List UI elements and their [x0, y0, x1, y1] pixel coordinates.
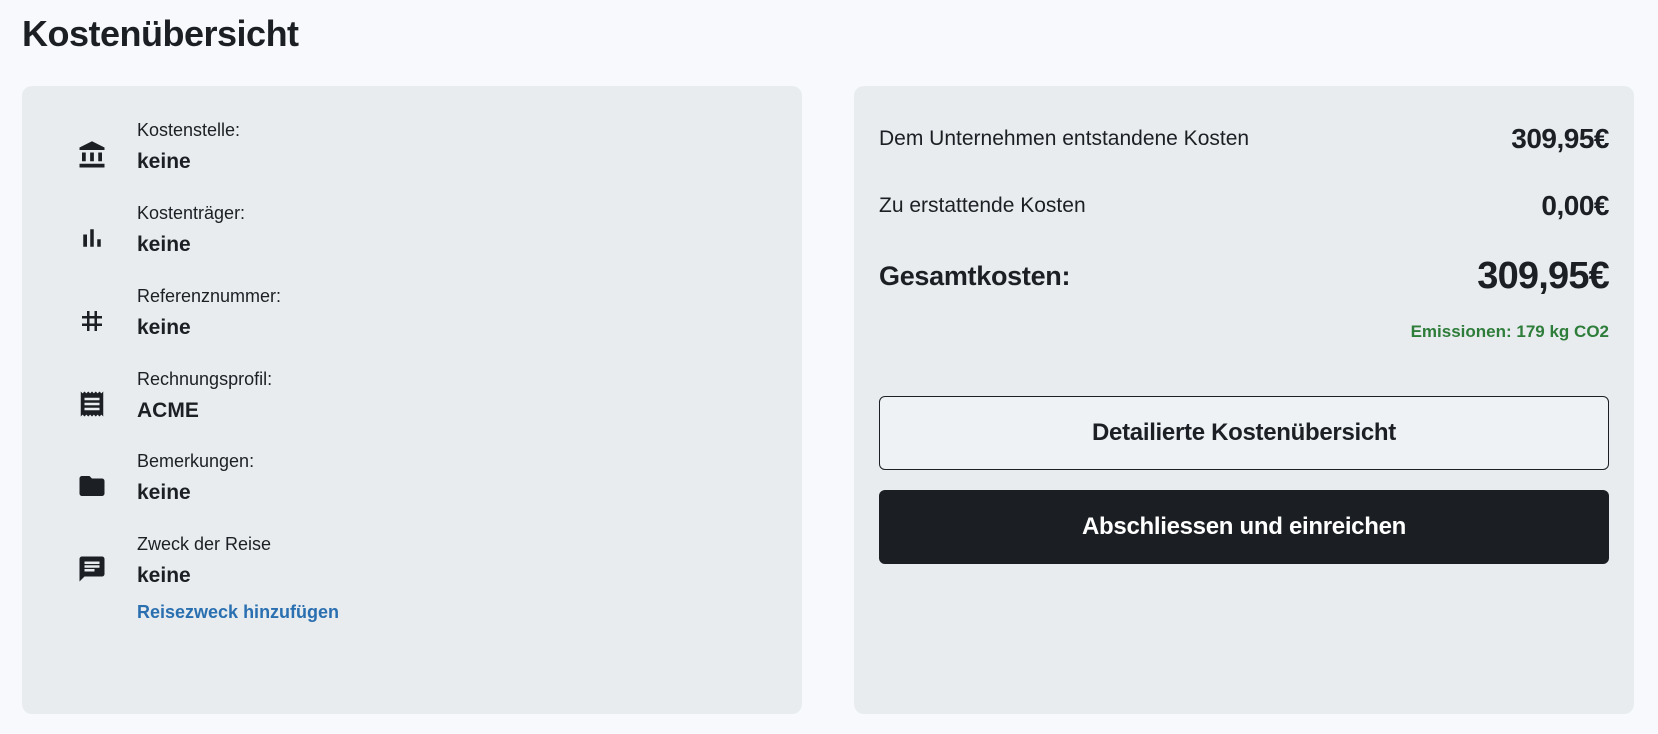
company-costs-label: Dem Unternehmen entstandene Kosten: [879, 127, 1250, 150]
detail-label: Zweck der Reise: [137, 534, 272, 554]
detail-value: ACME: [137, 399, 199, 422]
company-costs-value: 309,95€: [1511, 123, 1609, 154]
bar-chart-icon: [76, 222, 108, 254]
detail-label: Bemerkungen:: [137, 451, 255, 471]
receipt-icon: [76, 388, 108, 420]
detail-row-referenznummer: Referenznummer: keine: [22, 285, 802, 355]
refund-costs-label: Zu erstattende Kosten: [879, 194, 1086, 217]
detail-label: Referenznummer:: [137, 286, 282, 306]
total-costs-line: Gesamtkosten: 309,95€: [879, 254, 1610, 297]
total-costs-label: Gesamtkosten:: [879, 260, 1071, 291]
detail-label: Kostenstelle:: [137, 120, 241, 140]
submit-button[interactable]: Abschliessen und einreichen: [879, 490, 1609, 564]
detail-label: Rechnungsprofil:: [137, 369, 273, 389]
detail-value: keine: [137, 233, 191, 256]
detail-row-bemerkungen: Bemerkungen: keine: [22, 450, 802, 520]
detail-value: keine: [137, 150, 191, 173]
detail-row-kostenstelle: Kostenstelle: keine: [22, 119, 802, 189]
company-costs-line: Dem Unternehmen entstandene Kosten 309,9…: [879, 122, 1609, 156]
detail-label: Kostenträger:: [137, 203, 246, 223]
detail-value: keine: [137, 481, 191, 504]
cost-summary-card: Dem Unternehmen entstandene Kosten 309,9…: [854, 86, 1634, 714]
detailed-cost-overview-button[interactable]: Detailierte Kostenübersicht: [879, 396, 1609, 470]
total-costs-value: 309,95€: [1477, 254, 1610, 297]
detail-value: keine: [137, 316, 191, 339]
add-trip-purpose-link[interactable]: Reisezweck hinzufügen: [137, 601, 339, 623]
hash-icon: [76, 305, 108, 337]
bank-icon: [76, 139, 108, 171]
chat-icon: [76, 553, 108, 585]
detail-value: keine: [137, 564, 191, 587]
detail-row-zweck: Zweck der Reise keine Reisezweck hinzufü…: [22, 533, 802, 633]
refund-costs-line: Zu erstattende Kosten 0,00€: [879, 189, 1609, 223]
detail-row-rechnungsprofil: Rechnungsprofil: ACME: [22, 368, 802, 438]
emissions-text: Emissionen: 179 kg CO2: [1410, 322, 1609, 341]
cost-details-card: Kostenstelle: keine Kostenträger: keine …: [22, 86, 802, 714]
detail-row-kostentraeger: Kostenträger: keine: [22, 202, 802, 272]
folder-icon: [76, 470, 108, 502]
page-title: Kostenübersicht: [22, 13, 299, 54]
refund-costs-value: 0,00€: [1541, 190, 1609, 221]
